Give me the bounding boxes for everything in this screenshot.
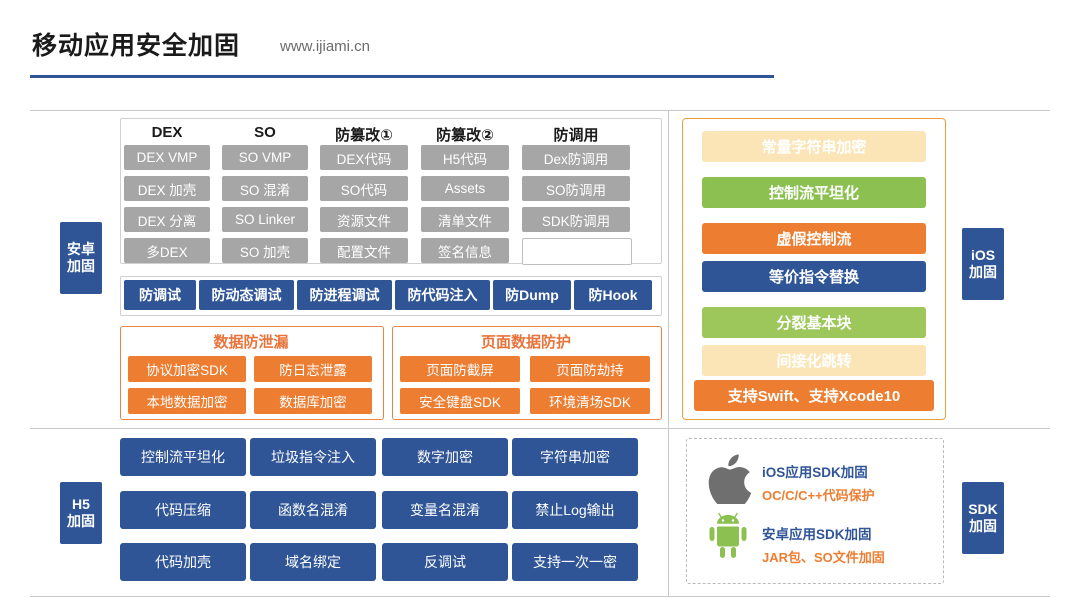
h5-btn-10[interactable]: 反调试 (382, 543, 508, 581)
antidebug-item-0[interactable]: 防调试 (124, 280, 196, 310)
sdk-row-sub-ios: OC/C/C++代码保护 (762, 488, 875, 503)
item-env-clear-sdk[interactable]: 环境清场SDK (530, 388, 650, 414)
sdk-row-title-ios: iOS应用SDK加固 (762, 465, 868, 480)
sdk-row-title-android: 安卓应用SDK加固 (762, 527, 872, 542)
label-android-hardening: 安卓 加固 (60, 222, 102, 294)
page-header: 移动应用安全加固 www.ijiami.cn (0, 0, 1080, 86)
android-icon (702, 510, 754, 562)
item-dex-packing[interactable]: DEX 加壳 (124, 176, 210, 201)
item-so-anticall[interactable]: SO防调用 (522, 176, 630, 201)
h5-btn-6[interactable]: 变量名混淆 (382, 491, 508, 529)
item-anti-log-leak[interactable]: 防日志泄露 (254, 356, 372, 382)
h5-btn-5[interactable]: 函数名混淆 (250, 491, 376, 529)
item-dex-split[interactable]: DEX 分离 (124, 207, 210, 232)
item-config-file[interactable]: 配置文件 (320, 238, 408, 263)
divider-middle (30, 428, 1050, 429)
item-assets[interactable]: Assets (421, 176, 509, 201)
ios-item-cfg-flattening[interactable]: 控制流平坦化 (702, 177, 926, 208)
site-url: www.ijiami.cn (280, 38, 371, 55)
column-head-antitamper-1: 防篡改① (335, 127, 393, 144)
item-secure-keyboard-sdk[interactable]: 安全键盘SDK (400, 388, 520, 414)
h5-btn-3[interactable]: 字符串加密 (512, 438, 638, 476)
column-head-so: SO (254, 124, 276, 141)
item-resource-file[interactable]: 资源文件 (320, 207, 408, 232)
h5-btn-4[interactable]: 代码压缩 (120, 491, 246, 529)
h5-btn-11[interactable]: 支持一次一密 (512, 543, 638, 581)
h5-btn-1[interactable]: 垃圾指令注入 (250, 438, 376, 476)
page-title: 移动应用安全加固 (32, 32, 241, 60)
antidebug-item-5[interactable]: 防Hook (574, 280, 652, 310)
h5-btn-0[interactable]: 控制流平坦化 (120, 438, 246, 476)
item-so-packing[interactable]: SO 加壳 (222, 238, 308, 263)
item-so-obfuscation[interactable]: SO 混淆 (222, 176, 308, 201)
h5-btn-8[interactable]: 代码加壳 (120, 543, 246, 581)
column-head-antitamper-2: 防篡改② (436, 127, 494, 144)
h5-btn-2[interactable]: 数字加密 (382, 438, 508, 476)
ios-item-instruction-substitution[interactable]: 等价指令替换 (702, 261, 926, 292)
label-h5-hardening: H5 加固 (60, 482, 102, 544)
divider-top (30, 110, 1050, 111)
ios-item-indirect-jump[interactable]: 间接化跳转 (702, 345, 926, 376)
antidebug-item-1[interactable]: 防动态调试 (199, 280, 294, 310)
item-signature-info[interactable]: 签名信息 (421, 238, 509, 263)
item-manifest-file[interactable]: 清单文件 (421, 207, 509, 232)
h5-btn-7[interactable]: 禁止Log输出 (512, 491, 638, 529)
antidebug-item-4[interactable]: 防Dump (493, 280, 571, 310)
item-dex-code[interactable]: DEX代码 (320, 145, 408, 170)
item-so-linker[interactable]: SO Linker (222, 207, 308, 232)
apple-icon (700, 448, 756, 507)
item-database-encrypt[interactable]: 数据库加密 (254, 388, 372, 414)
item-anticall-empty (522, 238, 632, 265)
label-sdk-hardening: SDK 加固 (962, 482, 1004, 554)
item-local-data-encrypt[interactable]: 本地数据加密 (128, 388, 246, 414)
antidebug-item-3[interactable]: 防代码注入 (395, 280, 490, 310)
data-leak-title: 数据防泄漏 (213, 334, 289, 351)
item-dex-anticall[interactable]: Dex防调用 (522, 145, 630, 170)
item-protocol-encrypt-sdk[interactable]: 协议加密SDK (128, 356, 246, 382)
column-head-dex: DEX (151, 124, 183, 141)
header-underline (30, 75, 774, 78)
item-sdk-anticall[interactable]: SDK防调用 (522, 207, 630, 232)
ios-item-bogus-cfg[interactable]: 虚假控制流 (702, 223, 926, 254)
item-multi-dex[interactable]: 多DEX (124, 238, 210, 263)
page-data-protection-title: 页面数据防护 (480, 334, 571, 351)
item-page-anti-screenshot[interactable]: 页面防截屏 (400, 356, 520, 382)
item-h5-code[interactable]: H5代码 (421, 145, 509, 170)
item-so-vmp[interactable]: SO VMP (222, 145, 308, 170)
ios-item-const-string-encrypt[interactable]: 常量字符串加密 (702, 131, 926, 162)
ios-item-basic-block-split[interactable]: 分裂基本块 (702, 307, 926, 338)
item-so-code[interactable]: SO代码 (320, 176, 408, 201)
antidebug-item-2[interactable]: 防进程调试 (297, 280, 392, 310)
label-ios-hardening: iOS 加固 (962, 228, 1004, 300)
divider-bottom (30, 596, 1050, 597)
item-page-anti-hijack[interactable]: 页面防劫持 (530, 356, 650, 382)
h5-btn-9[interactable]: 域名绑定 (250, 543, 376, 581)
column-head-anticall: 防调用 (553, 127, 599, 144)
sdk-row-sub-android: JAR包、SO文件加固 (762, 550, 885, 565)
divider-vertical (668, 110, 669, 596)
item-dex-vmp[interactable]: DEX VMP (124, 145, 210, 170)
ios-item-swift-xcode-support[interactable]: 支持Swift、支持Xcode10 (694, 380, 934, 411)
